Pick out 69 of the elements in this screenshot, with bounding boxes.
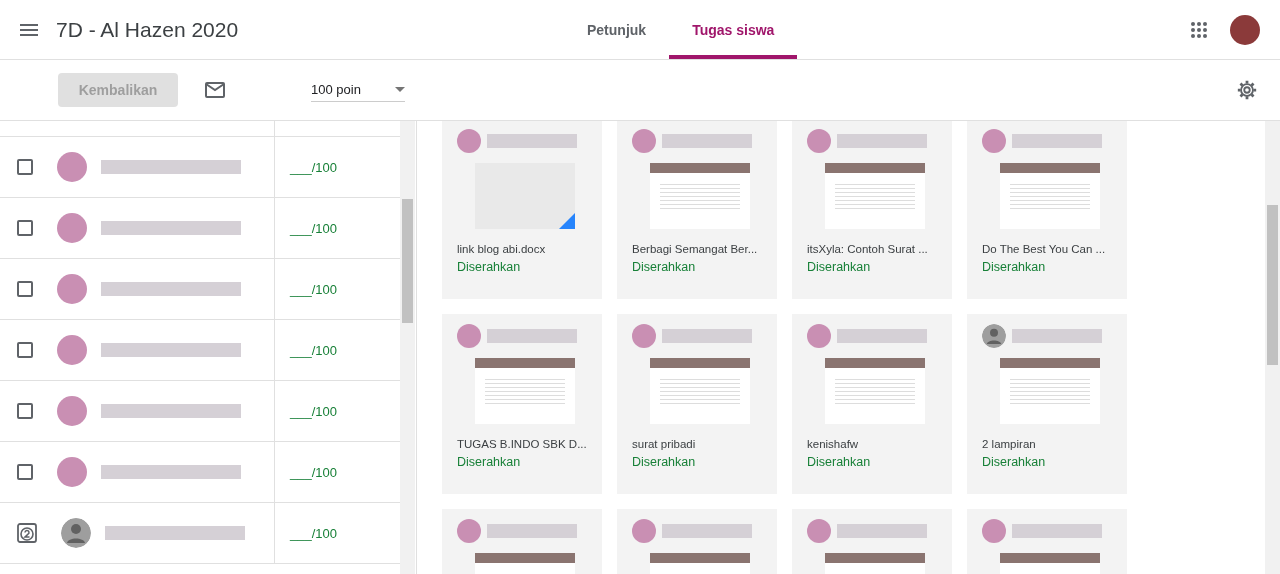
settings-icon[interactable] xyxy=(1236,79,1258,101)
submission-card[interactable]: itsXyla: Contoh Surat ... Diserahkan xyxy=(792,121,952,299)
menu-icon[interactable] xyxy=(20,23,38,36)
avatar xyxy=(57,335,87,365)
checkbox[interactable] xyxy=(17,281,33,297)
email-icon[interactable] xyxy=(205,82,225,98)
points-dropdown[interactable]: 100 poin xyxy=(311,78,405,102)
status-text: Diserahkan xyxy=(632,455,697,469)
avatar xyxy=(807,324,831,348)
score-text: ___/100 xyxy=(290,464,337,480)
status-text: Diserahkan xyxy=(632,260,697,274)
avatar xyxy=(982,519,1006,543)
scrollbar-thumb[interactable] xyxy=(1267,205,1278,365)
submission-card[interactable]: link blog abi.docx Diserahkan xyxy=(442,121,602,299)
status-text: Diserahkan xyxy=(457,455,522,469)
tab[interactable]: Petunjuk xyxy=(564,0,670,59)
submission-title: 2 lampiran xyxy=(982,438,1036,450)
avatar xyxy=(57,213,87,243)
checkbox[interactable] xyxy=(17,403,33,419)
submission-card[interactable]: Do The Best You Can ... Diserahkan xyxy=(967,121,1127,299)
score-text: ___/100 xyxy=(290,281,337,297)
submission-title: surat pribadi xyxy=(632,438,696,450)
submission-card[interactable]: 2 lampiran Diserahkan xyxy=(967,314,1127,494)
scrollbar-thumb[interactable] xyxy=(402,199,413,323)
submission-title: Do The Best You Can ... xyxy=(982,243,1106,255)
score-text: ___/100 xyxy=(290,159,337,175)
avatar xyxy=(807,519,831,543)
avatar xyxy=(57,152,87,182)
checkbox[interactable] xyxy=(17,342,33,358)
checkbox[interactable] xyxy=(17,464,33,480)
apps-grid-icon[interactable] xyxy=(1190,20,1208,39)
status-text: Diserahkan xyxy=(807,455,872,469)
avatar xyxy=(457,324,481,348)
checkbox[interactable] xyxy=(17,159,33,175)
tab[interactable]: Tugas siswa xyxy=(669,0,798,59)
avatar xyxy=(982,129,1006,153)
person-avatar-icon xyxy=(982,324,1006,348)
status-text: Diserahkan xyxy=(982,455,1047,469)
avatar xyxy=(57,457,87,487)
submission-card[interactable]: Berbagi Semangat Ber... Diserahkan xyxy=(617,121,777,299)
status-text: Diserahkan xyxy=(807,260,872,274)
score-text: ___/100 xyxy=(290,403,337,419)
submission-card[interactable]: surat pribadi Diserahkan xyxy=(617,314,777,494)
score-text: ___/100 xyxy=(290,220,337,236)
submission-title: kenishafw xyxy=(807,438,859,450)
avatar xyxy=(57,274,87,304)
checkbox[interactable] xyxy=(17,220,33,236)
avatar xyxy=(632,324,656,348)
status-text: Diserahkan xyxy=(457,260,522,274)
submission-title: link blog abi.docx xyxy=(457,243,546,255)
file-corner-icon xyxy=(558,213,575,229)
score-text: ___/100 xyxy=(290,525,337,541)
submission-card[interactable]: kenishafw Diserahkan xyxy=(792,314,952,494)
avatar xyxy=(457,129,481,153)
status-text: Diserahkan xyxy=(982,260,1047,274)
submission-title: Berbagi Semangat Ber... xyxy=(632,243,758,255)
class-title: 7D - Al Hazen 2020 xyxy=(56,17,240,42)
submission-card[interactable]: TUGAS B.INDO SBK D... Diserahkan xyxy=(442,314,602,494)
avatar xyxy=(632,129,656,153)
account-avatar[interactable] xyxy=(1230,14,1260,45)
avatar xyxy=(632,519,656,543)
avatar xyxy=(57,396,87,426)
submission-title: itsXyla: Contoh Surat ... xyxy=(807,243,928,255)
avatar xyxy=(807,129,831,153)
avatar xyxy=(457,519,481,543)
score-text: ___/100 xyxy=(290,342,337,358)
submission-title: TUGAS B.INDO SBK D... xyxy=(457,438,587,450)
caret-icon xyxy=(395,87,405,92)
person-avatar-icon xyxy=(61,518,91,548)
